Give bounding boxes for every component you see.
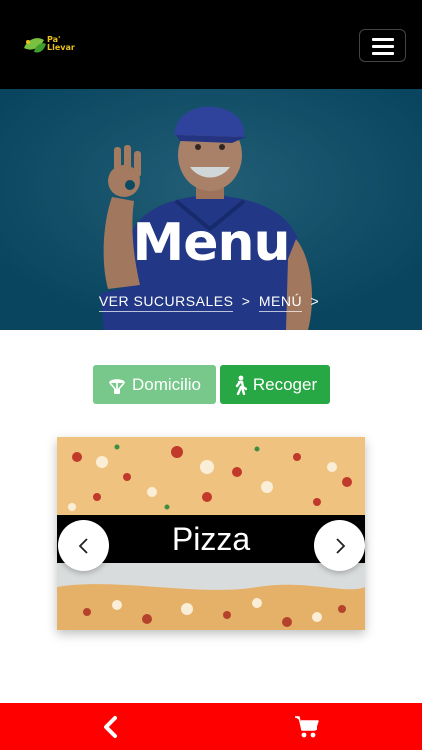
shopping-cart-icon[interactable] xyxy=(294,714,320,740)
domicilio-label: Domicilio xyxy=(132,374,201,394)
breadcrumb: VER SUCURSALES > MENÚ > xyxy=(0,293,422,312)
menu-toggle-button[interactable] xyxy=(359,29,406,62)
breadcrumb-separator-icon: > xyxy=(241,293,251,309)
logo-text: Pa' Llevar xyxy=(47,36,75,52)
parachute-icon xyxy=(109,378,126,394)
recoger-label: Recoger xyxy=(252,374,318,394)
top-navbar: Pa' Llevar xyxy=(0,0,422,89)
back-chevron-left-icon[interactable] xyxy=(98,714,124,740)
hero-banner: Menu VER SUCURSALES > MENÚ > xyxy=(0,89,422,330)
page-title: Menu xyxy=(132,213,290,273)
bottom-action-bar xyxy=(0,703,422,750)
chevron-left-icon xyxy=(78,537,88,554)
carousel-prev-button[interactable] xyxy=(58,520,109,571)
logo-line-2: Llevar xyxy=(47,43,75,52)
breadcrumb-item-menu[interactable]: MENÚ xyxy=(258,293,303,312)
chevron-right-icon xyxy=(335,537,345,554)
recoger-button[interactable]: Recoger xyxy=(220,365,330,404)
walking-person-icon xyxy=(235,375,247,395)
carousel-next-button[interactable] xyxy=(314,520,365,571)
breadcrumb-separator-icon: > xyxy=(310,293,320,309)
domicilio-button[interactable]: Domicilio xyxy=(93,365,216,404)
breadcrumb-item-sucursales[interactable]: VER SUCURSALES xyxy=(98,293,234,312)
